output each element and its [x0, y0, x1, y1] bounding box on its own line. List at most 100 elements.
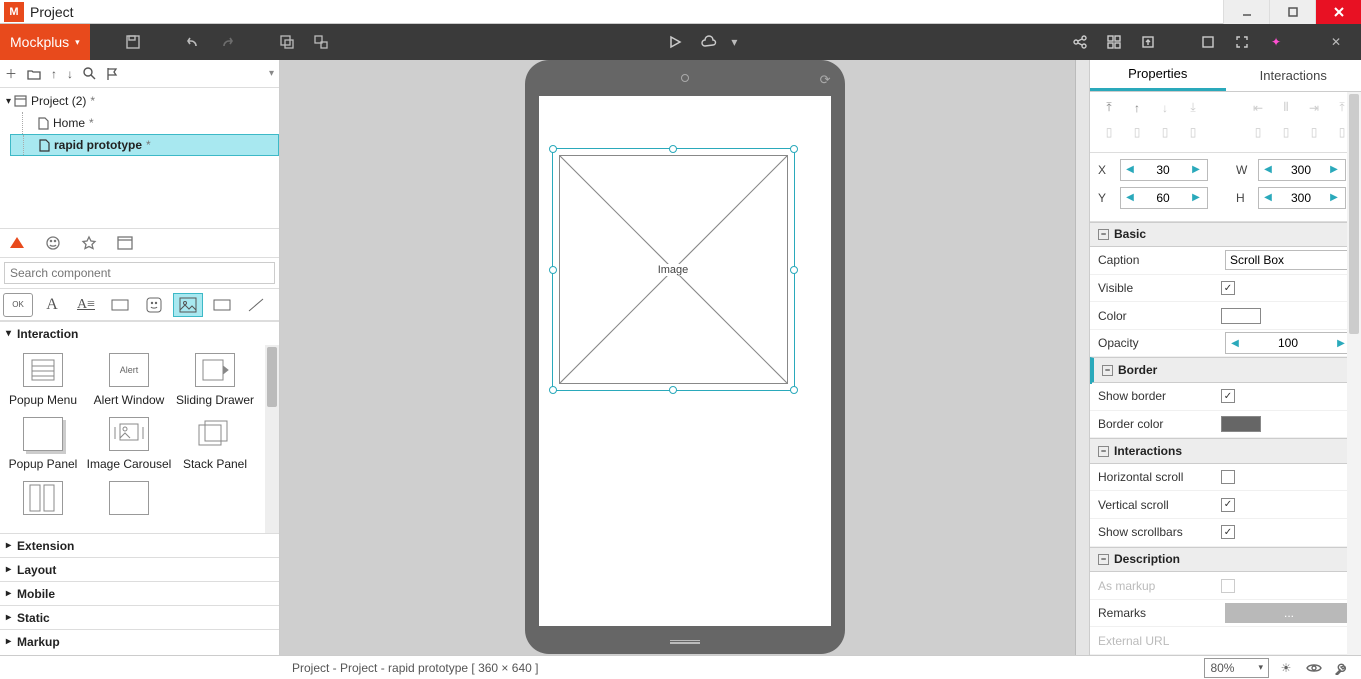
redo-icon[interactable]	[210, 24, 244, 60]
properties-scrollbar[interactable]	[1347, 92, 1361, 655]
align-t-icon[interactable]: ▯	[1182, 122, 1204, 142]
maximize-button[interactable]	[1269, 0, 1315, 24]
showbars-checkbox[interactable]: ✓	[1221, 525, 1235, 539]
category-mobile[interactable]: Mobile	[0, 581, 279, 605]
move-down-icon[interactable]: ↓	[67, 67, 73, 81]
collapse-panel-icon[interactable]: ▾	[269, 68, 274, 79]
resize-handle-w[interactable]	[549, 266, 557, 274]
close-button[interactable]	[1315, 0, 1361, 24]
opacity-input[interactable]	[1244, 336, 1332, 350]
add-folder-icon[interactable]	[27, 68, 41, 80]
play-icon[interactable]	[658, 24, 692, 60]
rect-shape-icon[interactable]	[105, 293, 135, 317]
rotate-device-icon[interactable]: ⟳	[820, 72, 831, 88]
align-left-icon[interactable]: ▯	[1098, 122, 1120, 142]
templates-tab-icon[interactable]	[112, 231, 138, 255]
bring-forward-icon[interactable]: ↑	[1126, 98, 1148, 118]
component-placeholder[interactable]	[0, 481, 86, 515]
x-spinner[interactable]: ◀▶	[1120, 159, 1208, 181]
tab-interactions[interactable]: Interactions	[1226, 60, 1361, 91]
y-spinner[interactable]: ◀▶	[1120, 187, 1208, 209]
category-static[interactable]: Static	[0, 605, 279, 629]
component-placeholder2[interactable]	[86, 481, 172, 515]
component-popup-menu[interactable]: Popup Menu	[0, 353, 86, 407]
chevron-right-icon[interactable]: ▶	[1187, 164, 1205, 175]
w-spinner[interactable]: ◀▶	[1258, 159, 1346, 181]
move-up-icon[interactable]: ↑	[51, 67, 57, 81]
fullscreen-icon[interactable]	[1225, 24, 1259, 60]
group-icon[interactable]	[270, 24, 304, 60]
component-sliding-drawer[interactable]: Sliding Drawer	[172, 353, 258, 407]
cloud-dropdown-icon[interactable]: ▾	[726, 24, 742, 60]
show-border-checkbox[interactable]: ✓	[1221, 389, 1235, 403]
button-shape-icon[interactable]: OK	[3, 293, 33, 317]
color-swatch[interactable]	[1221, 308, 1261, 324]
hscroll-checkbox[interactable]	[1221, 470, 1235, 484]
category-layout[interactable]: Layout	[0, 557, 279, 581]
image-shape-icon[interactable]	[173, 293, 203, 317]
resize-handle-ne[interactable]	[790, 145, 798, 153]
panel-shape-icon[interactable]	[207, 293, 237, 317]
search-input[interactable]	[4, 262, 275, 284]
chevron-right-icon[interactable]: ▶	[1187, 192, 1205, 203]
chevron-left-icon[interactable]: ◀	[1259, 192, 1277, 203]
tree-root[interactable]: ▾ Project (2) *	[0, 90, 279, 112]
distribute-h-icon[interactable]: ⇤	[1247, 98, 1269, 118]
section-basic[interactable]: −Basic	[1090, 222, 1361, 248]
y-input[interactable]	[1139, 191, 1187, 205]
chevron-left-icon[interactable]: ◀	[1259, 164, 1277, 175]
caption-input[interactable]	[1225, 250, 1353, 270]
component-popup-panel[interactable]: Popup Panel	[0, 417, 86, 471]
border-color-swatch[interactable]	[1221, 416, 1261, 432]
resize-handle-sw[interactable]	[549, 386, 557, 394]
category-interaction[interactable]: Interaction	[0, 321, 279, 345]
remarks-button[interactable]: ...	[1225, 603, 1353, 623]
bring-front-icon[interactable]: ⤒	[1098, 98, 1120, 118]
canvas-scrollbar[interactable]	[1075, 60, 1089, 655]
panel-resize-handle[interactable]	[1089, 366, 1092, 384]
resize-handle-se[interactable]	[790, 386, 798, 394]
visible-checkbox[interactable]: ✓	[1221, 281, 1235, 295]
share-icon[interactable]	[1063, 24, 1097, 60]
align-center-h-icon[interactable]: ⦀	[1275, 98, 1297, 118]
minimize-button[interactable]	[1223, 0, 1269, 24]
close-panel-icon[interactable]: ✕	[1319, 24, 1353, 60]
tree-item-rapid-prototype[interactable]: rapid prototype *	[10, 134, 279, 156]
tab-properties[interactable]: Properties	[1090, 60, 1226, 91]
chevron-right-icon[interactable]: ▶	[1325, 192, 1343, 203]
sun-icon[interactable]: ☀	[1275, 658, 1297, 678]
align-r-icon[interactable]: ▯	[1154, 122, 1176, 142]
wrench-icon[interactable]	[1331, 658, 1353, 678]
chevron-left-icon[interactable]: ◀	[1226, 338, 1244, 349]
canvas[interactable]: ⟳ Image	[280, 60, 1089, 655]
undo-icon[interactable]	[176, 24, 210, 60]
zoom-select[interactable]: 80%	[1204, 658, 1269, 678]
chevron-right-icon[interactable]: ▶	[1325, 164, 1343, 175]
grid-icon[interactable]	[1097, 24, 1131, 60]
section-interactions[interactable]: −Interactions	[1090, 438, 1361, 464]
resize-handle-s[interactable]	[669, 386, 677, 394]
image-component[interactable]: Image	[559, 155, 788, 384]
send-back-icon[interactable]: ⤓	[1182, 98, 1204, 118]
w-input[interactable]	[1277, 163, 1325, 177]
component-image-carousel[interactable]: Image Carousel	[86, 417, 172, 471]
actual-size-icon[interactable]	[1191, 24, 1225, 60]
export-icon[interactable]	[1131, 24, 1165, 60]
components-tab-icon[interactable]	[4, 231, 30, 255]
cloud-icon[interactable]	[692, 24, 726, 60]
component-scrollbar[interactable]	[265, 345, 279, 533]
h-input[interactable]	[1277, 191, 1325, 205]
device-screen[interactable]: Image	[539, 96, 831, 626]
opacity-spinner[interactable]: ◀▶	[1225, 332, 1353, 354]
chevron-left-icon[interactable]: ◀	[1121, 192, 1139, 203]
component-stack-panel[interactable]: Stack Panel	[172, 417, 258, 471]
section-border[interactable]: −Border	[1090, 357, 1361, 383]
chevron-left-icon[interactable]: ◀	[1121, 164, 1139, 175]
align-bottom-icon[interactable]: ▯	[1275, 122, 1297, 142]
distribute-v-icon[interactable]: ▯	[1303, 122, 1325, 142]
h-spinner[interactable]: ◀▶	[1258, 187, 1346, 209]
smiley-shape-icon[interactable]	[139, 293, 169, 317]
text-shape-icon[interactable]: A	[37, 293, 67, 317]
resize-handle-nw[interactable]	[549, 145, 557, 153]
section-description[interactable]: −Description	[1090, 547, 1361, 573]
